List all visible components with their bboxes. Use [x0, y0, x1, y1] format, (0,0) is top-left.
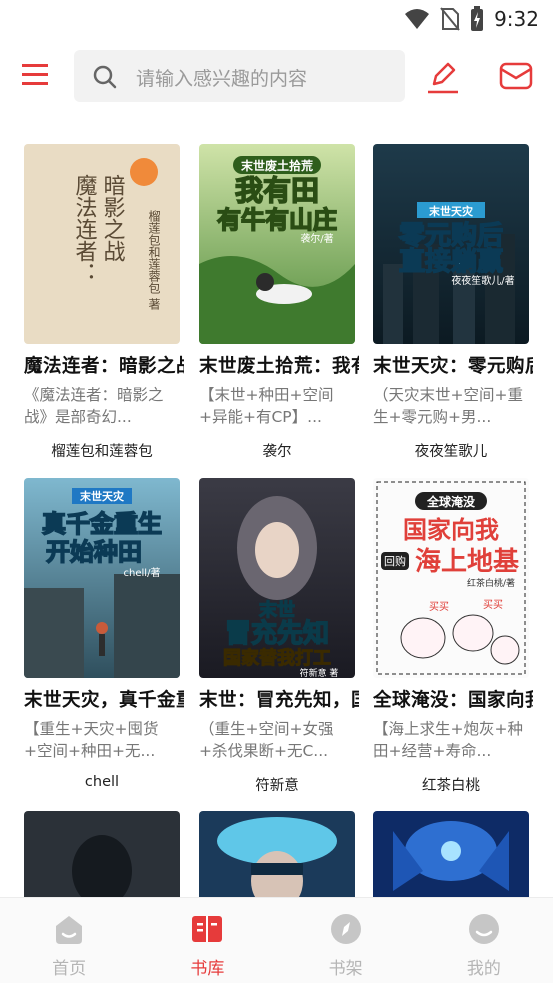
status-bar: 9:32	[0, 0, 553, 38]
book-title: 魔法连者：暗影之战	[24, 356, 184, 377]
book-author: 符新意	[255, 778, 299, 794]
cover-text: 海上地基	[415, 547, 520, 577]
cover-text: 末世天灾	[428, 204, 474, 218]
home-icon	[56, 916, 83, 944]
book-card[interactable]: 末世废土拾荒 我有田 有牛有山庄 袭尔/著 末世废土拾荒：我有田有牛有山庄 【末…	[199, 144, 359, 461]
book-cover[interactable]: 末世 冒充先知 国家替我打工 符新意 著	[199, 478, 355, 678]
cover-text: 袭尔/著	[300, 232, 333, 245]
book-title: 末世废土拾荒：我有田有牛有山庄	[199, 356, 359, 377]
top-bar: 请输入感兴趣的内容	[0, 44, 553, 108]
book-cover[interactable]: 全球淹没 国家向我 回购 海上地基 红茶白桃/著 买买 买买	[373, 478, 529, 678]
no-sim-icon	[440, 7, 460, 31]
book-author: 袭尔	[262, 444, 292, 460]
cover-text: 回购	[384, 554, 406, 568]
cover-text: 买买	[483, 599, 503, 611]
cover-text: 直接躺赢	[399, 246, 503, 277]
nav-label-home: 首页	[52, 959, 87, 979]
cover-text: 开始种田	[46, 538, 142, 566]
menu-button[interactable]	[20, 58, 54, 92]
status-time: 9:32	[494, 7, 539, 31]
book-title: 末世天灾，真千金重生开始种田	[24, 690, 184, 711]
cover-text: 末世天灾	[79, 489, 125, 503]
mail-icon	[499, 62, 533, 90]
nav-item-bookshelf[interactable]: 书架	[277, 898, 415, 983]
nav-item-library[interactable]: 书库	[138, 898, 276, 983]
search-input[interactable]: 请输入感兴趣的内容	[74, 50, 405, 102]
book-card[interactable]: 末世 冒充先知 国家替我打工 符新意 著 末世：冒充先知，国家替我打工 （重生+…	[199, 478, 359, 795]
cover-text: 暗影之战	[100, 174, 125, 262]
mail-button[interactable]	[496, 56, 536, 96]
book-description: （重生+空间+女强+杀伐果断+无C...	[199, 720, 334, 760]
cover-text: 末世废土拾荒	[241, 158, 313, 173]
search-placeholder: 请输入感兴趣的内容	[136, 68, 308, 90]
cover-text: chell/著	[124, 566, 161, 579]
cover-text: 我有田	[235, 174, 319, 207]
book-description: （天灾末世+空间+重生+零元购+男...	[373, 386, 523, 426]
book-title: 末世：冒充先知，国家替我打工	[199, 690, 359, 711]
book-card[interactable]: 末世天灾 真千金重生 开始种田 chell/著 末世天灾，真千金重生开始种田 【…	[24, 478, 184, 790]
nav-item-home[interactable]: 首页	[0, 898, 138, 983]
cover-text: 夜夜笙歌儿/著	[451, 274, 514, 287]
cover-text: 真千金重生	[42, 510, 162, 538]
book-title: 末世天灾：零元购后直接躺赢	[373, 356, 533, 377]
nav-item-profile[interactable]: 我的	[415, 898, 553, 983]
cover-text: 榴莲包和莲蓉包 著	[147, 210, 161, 311]
book-description: 《魔法连者：暗影之战》是部奇幻...	[24, 386, 164, 426]
bottom-nav: 首页 书库 书架 我的	[0, 897, 553, 983]
profile-icon	[468, 914, 499, 944]
cover-text: 买买	[429, 601, 449, 613]
pencil-icon	[428, 62, 458, 94]
book-author: 红茶白桃	[422, 778, 480, 794]
cover-text: 符新意 著	[300, 667, 339, 678]
edit-button[interactable]	[424, 56, 464, 96]
cover-text: 国家替我打工	[223, 647, 331, 669]
bookshelf-icon	[330, 914, 361, 944]
book-title: 全球淹没：国家向我回购海上地基	[373, 690, 533, 711]
book-cover[interactable]: 暗影之战 魔法连者： 榴莲包和莲蓉包 著	[24, 144, 180, 344]
library-icon	[192, 916, 223, 942]
nav-label-bookshelf: 书架	[328, 959, 363, 979]
book-description: 【海上求生+炮灰+种田+经营+寿命...	[373, 720, 523, 760]
book-description: 【重生+天灾+囤货+空间+种田+无...	[24, 720, 159, 760]
search-icon	[93, 65, 117, 89]
cover-text: 末世	[259, 599, 295, 621]
nav-label-library: 书库	[190, 959, 225, 979]
cover-text: 红茶白桃/著	[467, 577, 515, 589]
book-author: 榴莲包和莲蓉包	[51, 444, 153, 460]
status-icons: 9:32	[404, 6, 539, 32]
book-description: 【末世+种田+空间+异能+有CP】...	[199, 386, 334, 426]
book-author: 夜夜笙歌儿	[414, 444, 488, 460]
book-cover[interactable]: 末世天灾 真千金重生 开始种田 chell/著	[24, 478, 180, 678]
cover-text: 冒充先知	[225, 618, 329, 649]
book-card[interactable]: 末世天灾 零元购后 直接躺赢 夜夜笙歌儿/著 末世天灾：零元购后直接躺赢 （天灾…	[373, 144, 533, 461]
cover-text: 国家向我	[403, 516, 499, 544]
book-card[interactable]: 暗影之战 魔法连者： 榴莲包和莲蓉包 著 魔法连者：暗影之战 《魔法连者：暗影之…	[24, 144, 184, 461]
wifi-icon	[405, 9, 430, 29]
book-cover[interactable]: 末世废土拾荒 我有田 有牛有山庄 袭尔/著	[199, 144, 355, 344]
battery-charging-icon	[471, 6, 484, 31]
cover-text: 魔法连者：	[72, 174, 98, 284]
hamburger-menu-icon	[22, 64, 48, 85]
book-card[interactable]: 全球淹没 国家向我 回购 海上地基 红茶白桃/著 买买 买买 全球淹没：国家向我…	[373, 478, 533, 795]
cover-text: 全球淹没	[426, 494, 476, 509]
nav-label-profile: 我的	[466, 959, 501, 979]
cover-text: 有牛有山庄	[217, 206, 337, 234]
book-cover[interactable]: 末世天灾 零元购后 直接躺赢 夜夜笙歌儿/著	[373, 144, 529, 344]
book-author: chell	[84, 774, 120, 790]
